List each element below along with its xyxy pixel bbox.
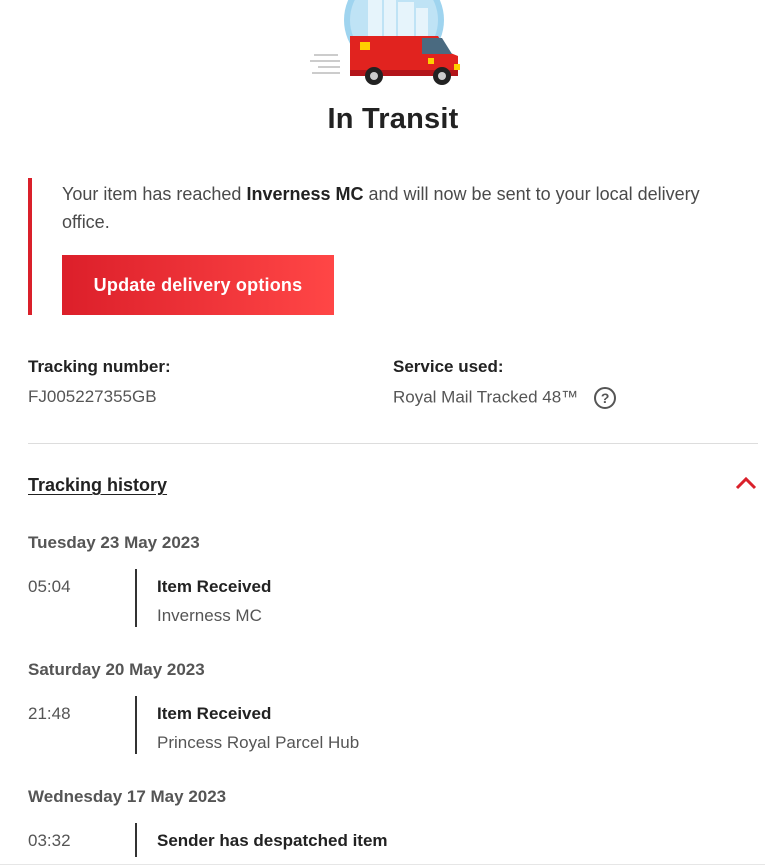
delivery-van-icon	[310, 0, 460, 85]
history-event: 21:48 Item Received Princess Royal Parce…	[28, 696, 728, 760]
event-title: Item Received	[157, 577, 272, 596]
bottom-divider	[0, 864, 765, 865]
section-divider	[28, 443, 758, 444]
service-used-label: Service used:	[393, 357, 504, 376]
update-delivery-options-button[interactable]: Update delivery options	[62, 255, 334, 315]
tracking-number-value: FJ005227355GB	[28, 387, 157, 406]
event-title: Item Received	[157, 704, 272, 723]
tracking-history-title[interactable]: Tracking history	[28, 475, 167, 495]
status-notice: Your item has reached Inverness MC and w…	[28, 178, 748, 315]
chevron-up-icon[interactable]	[734, 475, 758, 491]
history-date: Wednesday 17 May 2023	[28, 787, 227, 806]
tracking-number-label: Tracking number:	[28, 357, 171, 376]
history-date: Saturday 20 May 2023	[28, 660, 205, 679]
tracking-history-header[interactable]: Tracking history	[28, 475, 758, 501]
notice-location: Inverness MC	[246, 184, 364, 204]
notice-text: Your item has reached Inverness MC and w…	[62, 178, 748, 236]
hero-illustration	[0, 0, 765, 105]
help-icon[interactable]: ?	[594, 387, 617, 409]
history-event: 03:32 Sender has despatched item	[28, 823, 728, 867]
timeline-line	[135, 823, 137, 857]
notice-text-before: Your item has reached	[62, 184, 247, 204]
service-used-block: Service used: Royal Mail Tracked 48™?	[393, 357, 617, 409]
event-time: 03:32	[28, 831, 71, 850]
history-date: Tuesday 23 May 2023	[28, 533, 200, 552]
event-title: Sender has despatched item	[157, 831, 388, 850]
service-used-value: Royal Mail Tracked 48™	[393, 387, 579, 407]
history-event: 05:04 Item Received Inverness MC	[28, 569, 728, 633]
event-time: 05:04	[28, 577, 71, 596]
tracking-number-block: Tracking number: FJ005227355GB	[28, 357, 171, 407]
service-used-value-row: Royal Mail Tracked 48™?	[393, 387, 617, 409]
timeline-line	[135, 569, 137, 627]
event-location: Inverness MC	[157, 606, 262, 625]
timeline-line	[135, 696, 137, 754]
status-title: In Transit	[327, 103, 459, 135]
event-time: 21:48	[28, 704, 71, 723]
event-location: Princess Royal Parcel Hub	[157, 733, 360, 752]
